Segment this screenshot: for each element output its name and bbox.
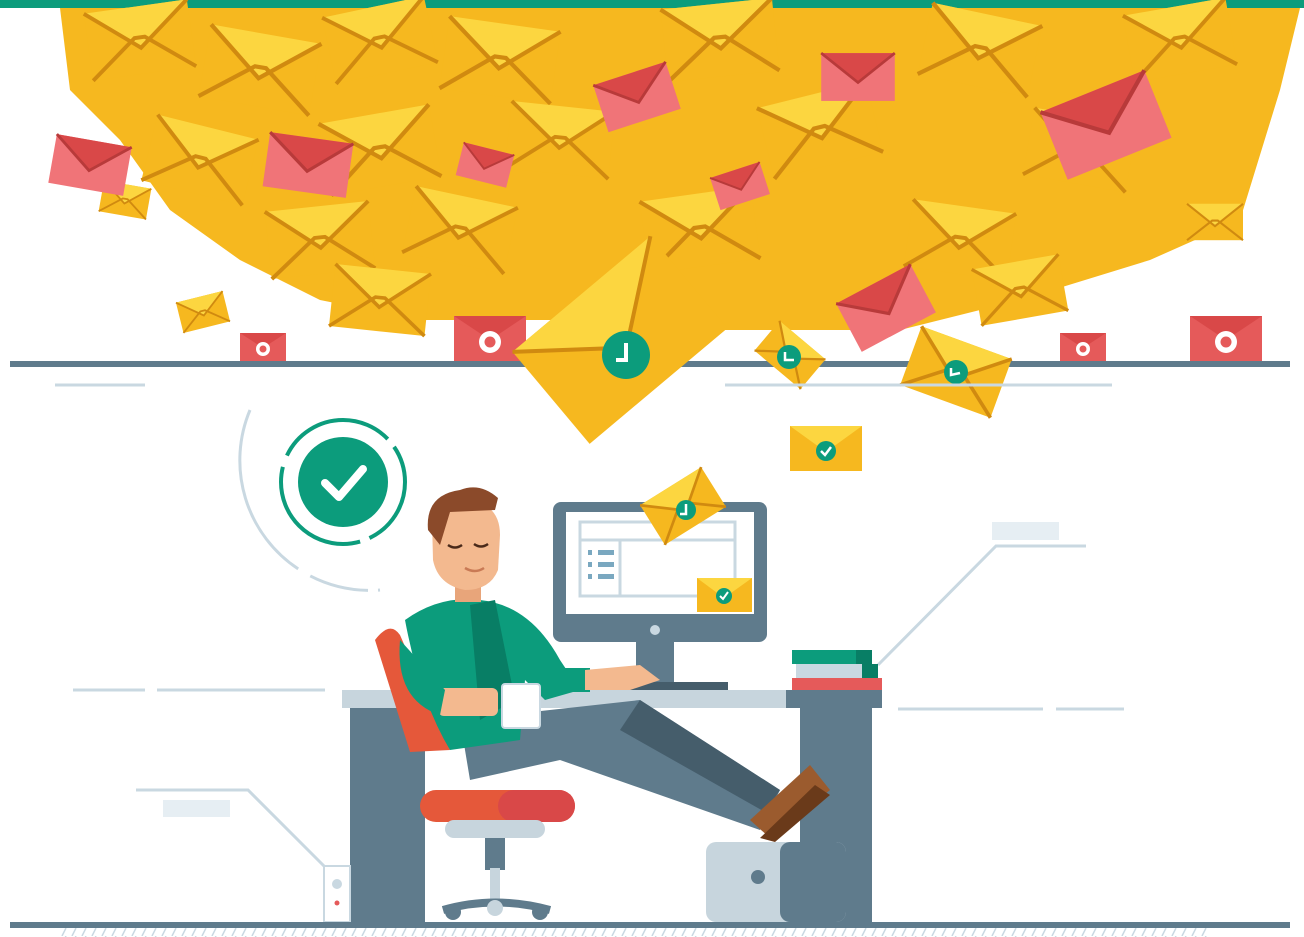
spam-envelope-icon [261, 130, 355, 200]
floor-hatch [60, 928, 1210, 937]
check-icon [816, 441, 836, 461]
book-stack [792, 650, 882, 692]
clock-icon [777, 345, 801, 369]
inbox-zero-illustration [0, 0, 1304, 937]
inbox-envelope [697, 578, 752, 612]
floor-line [10, 922, 1290, 928]
spam-envelope-icon [46, 132, 134, 198]
pc-tower [323, 865, 351, 923]
delivered-envelope [790, 426, 862, 471]
envelope-icon [661, 0, 780, 82]
label-placeholder [163, 800, 230, 817]
envelope-icon [327, 262, 433, 338]
top-accent-bar [0, 0, 1304, 8]
envelope-icon [439, 16, 560, 104]
footstool [706, 842, 846, 922]
envelope-icon [175, 290, 231, 334]
envelope-icon [1185, 202, 1245, 242]
envelope-icon [502, 98, 618, 182]
blocked-envelope [240, 333, 286, 361]
clock-icon [944, 360, 968, 384]
envelope-icon [81, 0, 199, 83]
blocked-envelope [1060, 333, 1106, 361]
spam-envelope-icon [819, 51, 897, 103]
label-placeholder [992, 522, 1059, 540]
check-circle-icon [298, 437, 388, 527]
screen-list [588, 550, 614, 579]
blocked-envelope [1190, 316, 1262, 361]
clock-icon [602, 331, 650, 379]
status-badge [238, 409, 407, 592]
clock-icon [676, 500, 696, 520]
